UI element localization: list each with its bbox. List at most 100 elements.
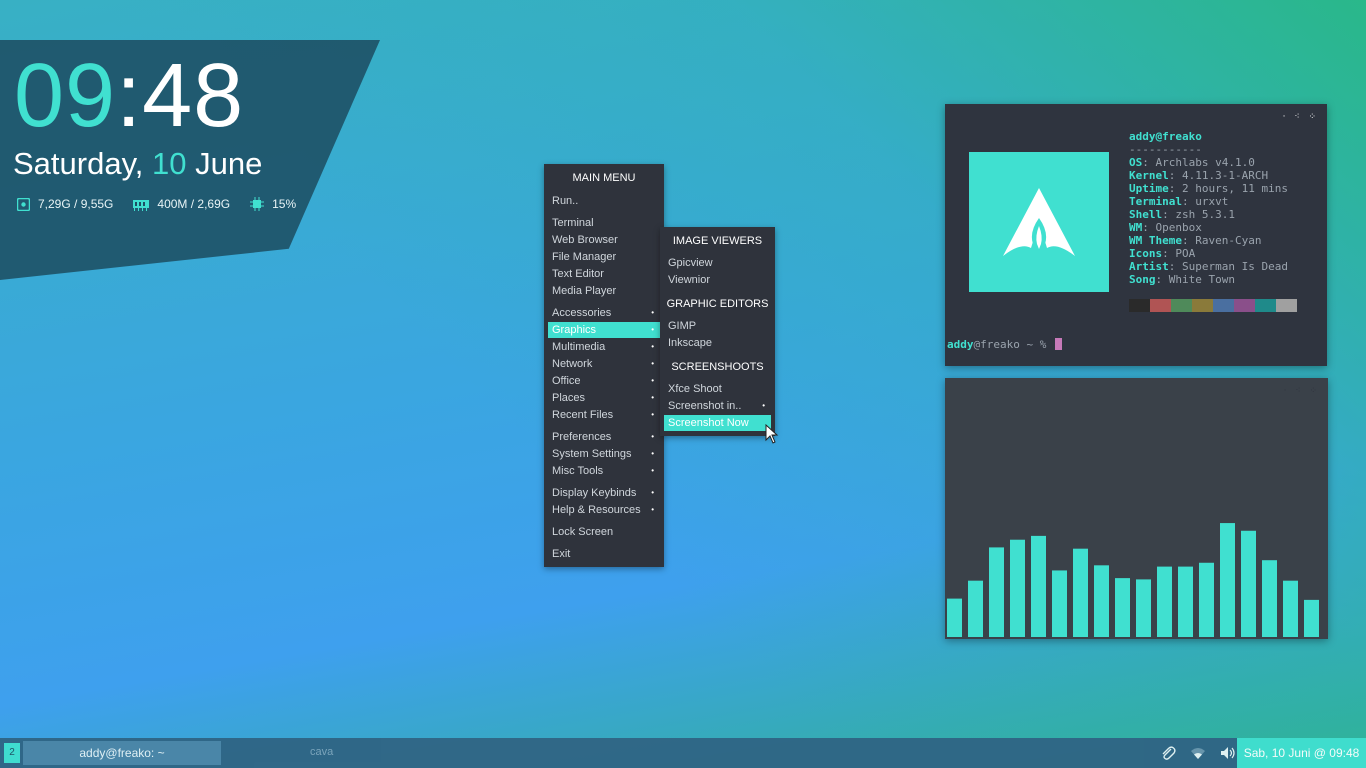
menu-item-display-keybinds[interactable]: Display Keybinds • bbox=[548, 485, 660, 501]
submenu-arrow-icon: • bbox=[651, 376, 654, 385]
menu-item-misc-tools[interactable]: Misc Tools • bbox=[548, 463, 660, 479]
menu-item-text-editor[interactable]: Text Editor bbox=[548, 266, 660, 282]
submenu-arrow-icon: • bbox=[651, 488, 654, 497]
wifi-icon[interactable] bbox=[1190, 746, 1206, 763]
neofetch-separator: ----------- bbox=[1129, 143, 1202, 156]
menu-item-web-browser[interactable]: Web Browser bbox=[548, 232, 660, 248]
paperclip-icon[interactable] bbox=[1160, 745, 1176, 764]
cpu-usage: 15% bbox=[272, 197, 297, 211]
shell-prompt[interactable]: addy@freako ~ % bbox=[947, 338, 1062, 351]
submenu-item-xfce-shoot[interactable]: Xfce Shoot bbox=[664, 381, 771, 397]
menu-item-label: Accessories bbox=[552, 307, 612, 319]
submenu-arrow-icon: • bbox=[651, 393, 654, 402]
cava-bar bbox=[1115, 578, 1130, 637]
submenu-header-image-viewers: IMAGE VIEWERS bbox=[672, 235, 763, 247]
neofetch-row: Terminal: urxvt bbox=[1129, 195, 1229, 208]
prompt-user: addy bbox=[947, 338, 974, 351]
menu-item-help-resources[interactable]: Help & Resources • bbox=[548, 502, 660, 518]
system-tray bbox=[1160, 745, 1236, 764]
graphics-submenu: IMAGE VIEWERS Gpicview Viewnior GRAPHIC … bbox=[660, 227, 775, 436]
text-cursor bbox=[1054, 338, 1062, 350]
menu-item-label: Screenshot in.. bbox=[668, 400, 742, 412]
menu-item-label: Network bbox=[552, 358, 593, 370]
archlabs-logo-icon bbox=[1003, 188, 1075, 256]
clock-month: June bbox=[186, 146, 263, 181]
submenu-header-screenshoots: SCREENSHOOTS bbox=[671, 361, 764, 373]
taskbar-task-terminal[interactable]: addy@freako: ~ bbox=[23, 741, 221, 765]
cava-bar bbox=[1010, 539, 1025, 637]
palette-swatch bbox=[1150, 299, 1171, 312]
menu-item-label: Office bbox=[552, 375, 581, 387]
submenu-arrow-icon: • bbox=[651, 432, 654, 441]
terminal-neofetch-window[interactable]: · ⁖ ⁘ addy@freako ----------- OS: Archla… bbox=[945, 104, 1327, 366]
cava-bar bbox=[1220, 523, 1235, 637]
neofetch-row: Icons: POA bbox=[1129, 247, 1196, 260]
archlabs-logo bbox=[969, 152, 1109, 292]
workspace-indicator[interactable]: 2 bbox=[4, 743, 20, 763]
taskbar-clock[interactable]: Sab, 10 Juni @ 09:48 bbox=[1237, 738, 1366, 768]
palette-swatch bbox=[1213, 299, 1234, 312]
cava-bar bbox=[968, 580, 983, 637]
menu-item-terminal[interactable]: Terminal bbox=[548, 215, 660, 231]
neofetch-row: Artist: Superman Is Dead bbox=[1129, 260, 1288, 273]
cava-bar bbox=[947, 598, 962, 637]
clock-time: 09:48 bbox=[14, 46, 244, 146]
cava-bar bbox=[1262, 560, 1277, 637]
cpu-stat: 15% bbox=[250, 197, 296, 211]
menu-item-preferences[interactable]: Preferences • bbox=[548, 429, 660, 445]
submenu-item-inkscape[interactable]: Inkscape bbox=[664, 335, 771, 351]
menu-item-system-settings[interactable]: System Settings • bbox=[548, 446, 660, 462]
cava-bar bbox=[1031, 535, 1046, 637]
menu-item-network[interactable]: Network • bbox=[548, 356, 660, 372]
main-menu-title: MAIN MENU bbox=[572, 172, 636, 184]
menu-item-file-manager[interactable]: File Manager bbox=[548, 249, 660, 265]
menu-item-run[interactable]: Run.. bbox=[548, 193, 660, 209]
menu-item-office[interactable]: Office • bbox=[548, 373, 660, 389]
menu-item-graphics[interactable]: Graphics • bbox=[548, 322, 660, 338]
menu-item-recent-files[interactable]: Recent Files • bbox=[548, 407, 660, 423]
cava-bar bbox=[1073, 548, 1088, 637]
volume-icon[interactable] bbox=[1220, 746, 1236, 763]
cava-bar bbox=[1199, 562, 1214, 637]
palette-swatch bbox=[1129, 299, 1150, 312]
palette-swatch bbox=[1255, 299, 1276, 312]
main-menu: MAIN MENU Run.. Terminal Web Browser Fil… bbox=[544, 164, 664, 567]
cava-bar bbox=[1052, 570, 1067, 637]
neofetch-row: Song: White Town bbox=[1129, 273, 1235, 286]
submenu-item-gpicview[interactable]: Gpicview bbox=[664, 255, 771, 271]
menu-item-multimedia[interactable]: Multimedia • bbox=[548, 339, 660, 355]
menu-item-label: Display Keybinds bbox=[552, 487, 637, 499]
submenu-item-screenshot-now[interactable]: Screenshot Now bbox=[664, 415, 771, 431]
clock-day: 10 bbox=[152, 146, 187, 181]
taskbar-task-cava[interactable]: cava bbox=[310, 746, 333, 758]
submenu-arrow-icon: • bbox=[651, 325, 654, 334]
prompt-host: @freako ~ % bbox=[973, 338, 1047, 351]
menu-item-places[interactable]: Places • bbox=[548, 390, 660, 406]
disk-usage: 7,29G / 9,55G bbox=[38, 197, 114, 211]
submenu-item-screenshot-in[interactable]: Screenshot in.. • bbox=[664, 398, 771, 414]
submenu-header-graphic-editors: GRAPHIC EDITORS bbox=[666, 298, 769, 310]
menu-item-media-player[interactable]: Media Player bbox=[548, 283, 660, 299]
neofetch-row: Uptime: 2 hours, 11 mins bbox=[1129, 182, 1288, 195]
menu-item-exit[interactable]: Exit bbox=[548, 546, 660, 562]
menu-item-label: Multimedia bbox=[552, 341, 606, 353]
cava-bar bbox=[1178, 566, 1193, 637]
cpu-icon bbox=[250, 197, 265, 211]
cava-bar bbox=[1094, 565, 1109, 637]
palette-swatch bbox=[1276, 299, 1297, 312]
submenu-item-gimp[interactable]: GIMP bbox=[664, 318, 771, 334]
submenu-arrow-icon: • bbox=[651, 308, 654, 317]
terminal-cava-window[interactable]: · ⁖ ⁘ bbox=[945, 378, 1328, 639]
menu-item-accessories[interactable]: Accessories • bbox=[548, 305, 660, 321]
menu-item-label: Places bbox=[552, 392, 586, 404]
cava-visualizer bbox=[947, 523, 1319, 637]
menu-item-label: Graphics bbox=[552, 324, 597, 336]
submenu-arrow-icon: • bbox=[651, 359, 654, 368]
menu-item-label: Preferences bbox=[552, 431, 612, 443]
submenu-arrow-icon: • bbox=[762, 401, 765, 410]
window-controls[interactable]: · ⁖ ⁘ bbox=[1283, 112, 1319, 122]
menu-item-lock-screen[interactable]: Lock Screen bbox=[548, 524, 660, 540]
system-stats: 7,29G / 9,55G 400M / 2,69G 15% bbox=[17, 197, 296, 211]
submenu-item-viewnior[interactable]: Viewnior bbox=[664, 272, 771, 288]
submenu-arrow-icon: • bbox=[651, 449, 654, 458]
